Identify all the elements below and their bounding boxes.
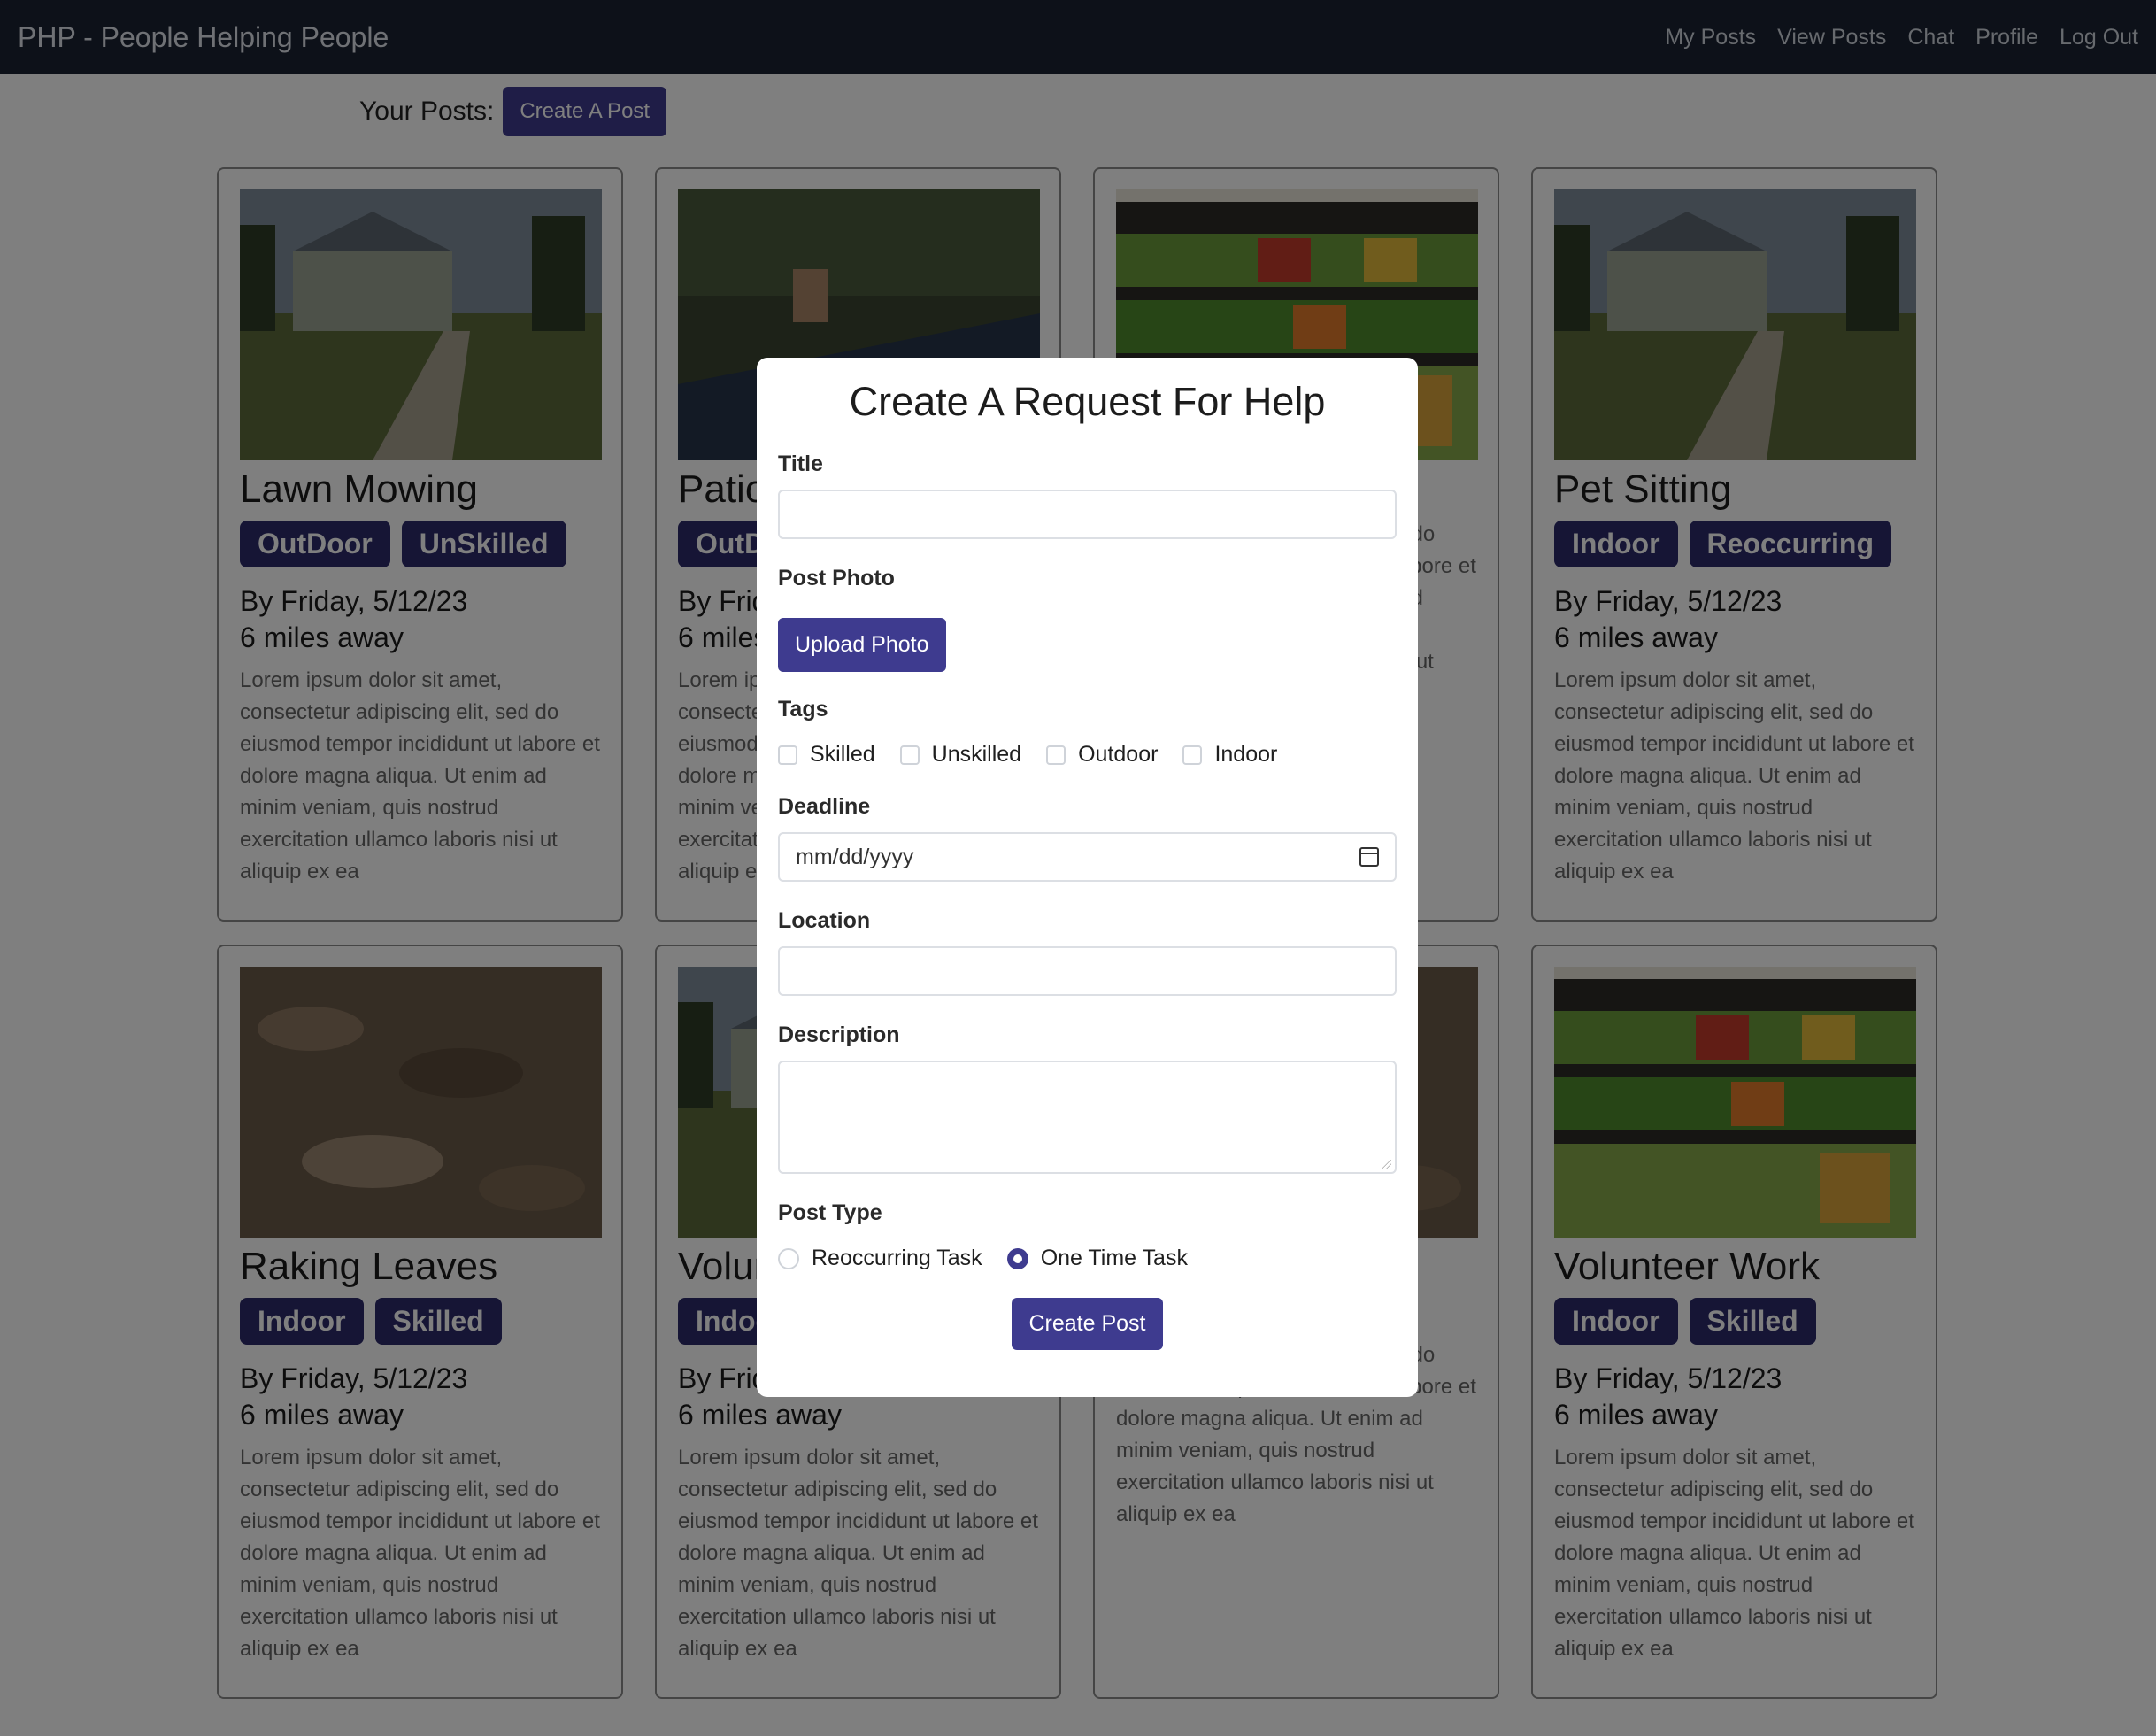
- post-type-radios: Reoccurring Task One Time Task: [778, 1246, 1397, 1271]
- tag-unskilled[interactable]: Unskilled: [899, 742, 1022, 768]
- deadline-input[interactable]: mm/dd/yyyy: [778, 832, 1397, 882]
- title-input[interactable]: [778, 490, 1397, 539]
- reoccurring-label: Reoccurring Task: [812, 1246, 982, 1270]
- post-photo-label: Post Photo: [778, 566, 895, 590]
- one-time-label: One Time Task: [1040, 1246, 1188, 1270]
- tag-indoor[interactable]: Indoor: [1182, 742, 1277, 768]
- one-time-radio[interactable]: [1006, 1247, 1028, 1269]
- tag-checkboxes: Skilled Unskilled Outdoor Indoor: [778, 742, 1397, 768]
- indoor-label: Indoor: [1214, 742, 1278, 767]
- unskilled-checkbox[interactable]: [899, 745, 920, 765]
- location-input[interactable]: [778, 946, 1397, 996]
- resize-handle-icon[interactable]: [1382, 1160, 1391, 1169]
- upload-photo-button[interactable]: Upload Photo: [778, 618, 946, 672]
- post-type-label: Post Type: [778, 1200, 882, 1225]
- location-label: Location: [778, 908, 871, 933]
- unskilled-label: Unskilled: [931, 742, 1022, 767]
- tag-outdoor[interactable]: Outdoor: [1046, 742, 1158, 768]
- reoccurring-radio[interactable]: [778, 1247, 799, 1269]
- calendar-icon[interactable]: [1359, 847, 1379, 867]
- create-request-modal: Create A Request For Help Title Post Pho…: [757, 358, 1418, 1397]
- tags-label: Tags: [778, 697, 828, 721]
- indoor-checkbox[interactable]: [1182, 745, 1203, 765]
- deadline-label: Deadline: [778, 794, 871, 819]
- skilled-checkbox[interactable]: [778, 745, 797, 765]
- modal-title: Create A Request For Help: [849, 379, 1326, 424]
- description-textarea[interactable]: [778, 1061, 1397, 1174]
- outdoor-label: Outdoor: [1078, 742, 1159, 767]
- deadline-placeholder: mm/dd/yyyy: [796, 844, 914, 869]
- radio-reoccurring[interactable]: Reoccurring Task: [778, 1246, 982, 1271]
- radio-one-time[interactable]: One Time Task: [1006, 1246, 1188, 1271]
- tag-skilled[interactable]: Skilled: [778, 742, 875, 768]
- outdoor-checkbox[interactable]: [1046, 745, 1066, 765]
- title-label: Title: [778, 451, 823, 476]
- skilled-label: Skilled: [810, 742, 875, 767]
- create-post-button[interactable]: Create Post: [1012, 1298, 1163, 1350]
- description-label: Description: [778, 1022, 900, 1047]
